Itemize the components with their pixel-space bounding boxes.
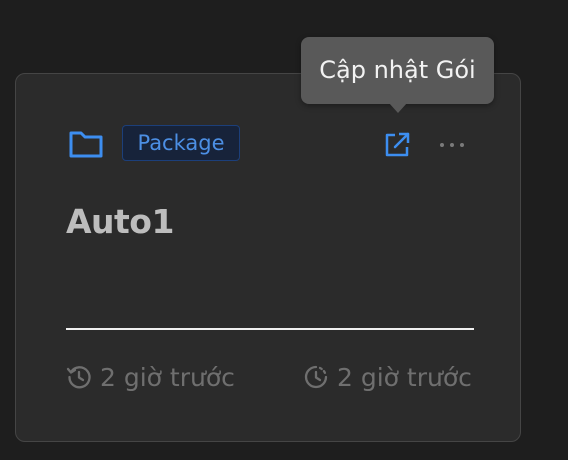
external-link-icon [385, 132, 410, 157]
folder-icon [68, 128, 104, 160]
card-title: Auto1 [66, 202, 174, 241]
updated-time: 2 giờ trước [303, 361, 472, 393]
package-card[interactable]: Package Auto1 2 giờ trước 2 giờ trước [15, 73, 521, 442]
tooltip: Cập nhật Gói [301, 37, 494, 104]
type-badge: Package [122, 125, 240, 161]
created-time-text: 2 giờ trước [100, 362, 235, 392]
history-icon [66, 366, 91, 389]
updated-time-text: 2 giờ trước [337, 362, 472, 392]
more-horizontal-icon [440, 143, 464, 147]
tooltip-arrow [389, 103, 407, 113]
clock-icon [304, 365, 328, 389]
divider [66, 328, 474, 330]
created-time: 2 giờ trước [66, 361, 235, 393]
more-options-button[interactable] [434, 130, 470, 160]
open-update-button[interactable] [379, 127, 415, 163]
